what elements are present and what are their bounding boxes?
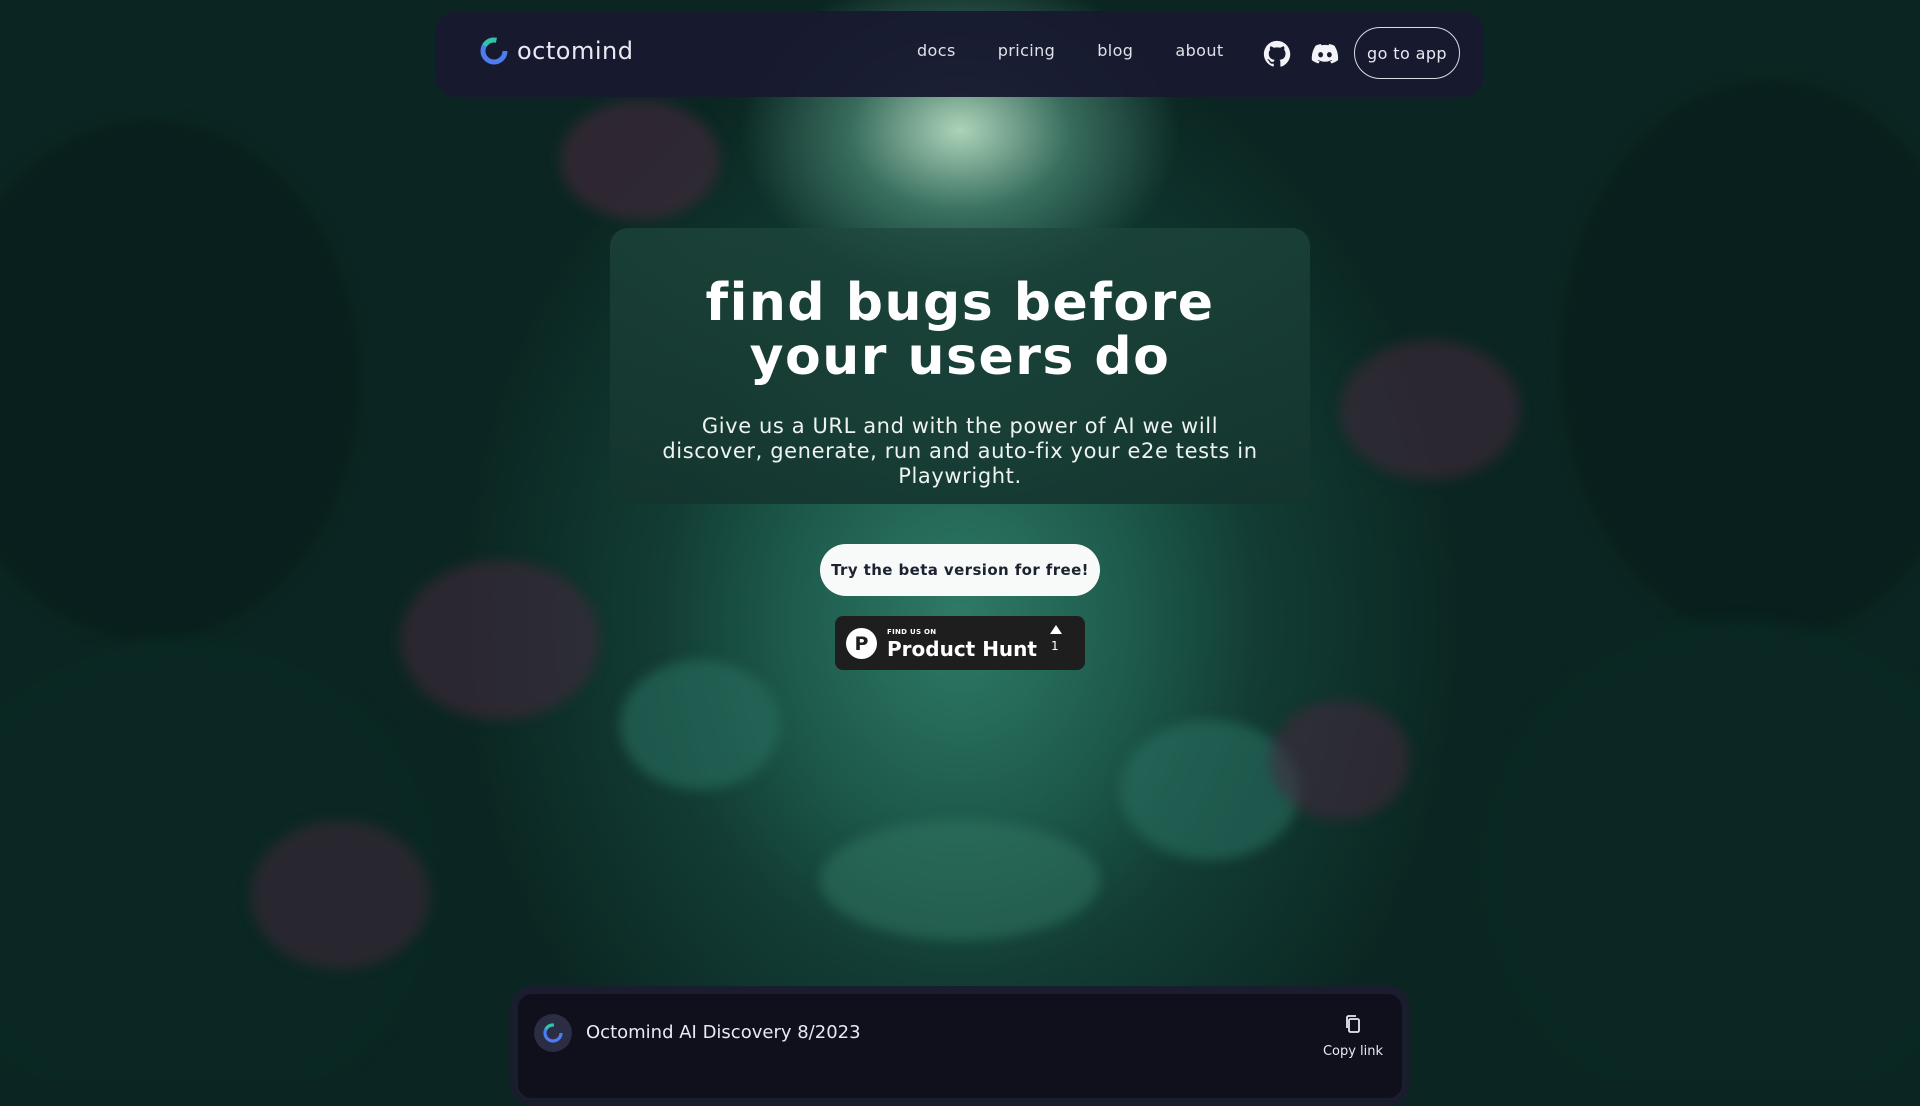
- nav-link-pricing[interactable]: pricing: [998, 41, 1056, 60]
- product-hunt-badge[interactable]: P FIND US ON Product Hunt 1: [835, 616, 1085, 670]
- hero-card: find bugs before your users do Give us a…: [610, 228, 1310, 504]
- product-hunt-caption: FIND US ON: [887, 628, 937, 636]
- video-title[interactable]: Octomind AI Discovery 8/2023: [586, 1022, 861, 1043]
- github-icon[interactable]: [1262, 39, 1292, 69]
- upvote-arrow-icon: [1050, 625, 1062, 634]
- nav-link-docs[interactable]: docs: [917, 41, 956, 60]
- copy-link-label: Copy link: [1322, 1044, 1384, 1059]
- nav-link-blog[interactable]: blog: [1097, 41, 1133, 60]
- hero-title: find bugs before your users do: [705, 273, 1215, 387]
- logo-text: octomind: [517, 37, 634, 65]
- product-hunt-icon: P: [846, 628, 877, 659]
- try-beta-button[interactable]: Try the beta version for free!: [820, 544, 1100, 596]
- octomind-logo-icon: [480, 37, 508, 65]
- discord-icon[interactable]: [1310, 39, 1340, 69]
- go-to-app-button[interactable]: go to app: [1354, 27, 1460, 79]
- product-hunt-name: Product Hunt: [887, 637, 1037, 661]
- channel-avatar[interactable]: [534, 1014, 572, 1052]
- background-reef: [0, 0, 1920, 1080]
- copy-icon: [1346, 1015, 1360, 1033]
- octomind-avatar-icon: [543, 1023, 563, 1043]
- video-embed[interactable]: Octomind AI Discovery 8/2023 Copy link: [510, 986, 1410, 1106]
- octomind-logo[interactable]: octomind: [479, 36, 633, 66]
- hero-subtitle: Give us a URL and with the power of AI w…: [662, 414, 1258, 488]
- nav-links: docs pricing blog about: [917, 41, 1224, 60]
- upvote-count: 1: [1051, 639, 1059, 653]
- copy-link-button[interactable]: Copy link: [1318, 1014, 1388, 1059]
- nav-link-about[interactable]: about: [1175, 41, 1223, 60]
- top-navbar: octomind docs pricing blog about go to a…: [435, 11, 1484, 97]
